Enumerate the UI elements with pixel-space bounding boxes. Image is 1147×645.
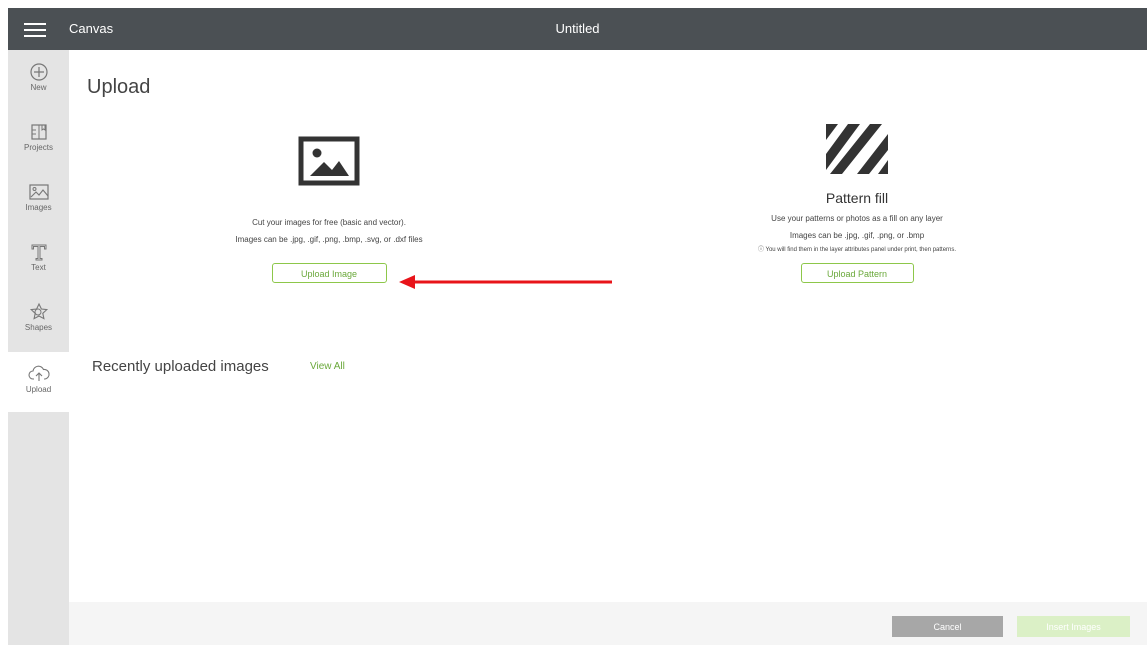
image-icon — [298, 136, 360, 186]
sidebar-item-label: Upload — [25, 385, 52, 394]
cancel-button[interactable]: Cancel — [892, 616, 1003, 637]
sidebar-item-label: Shapes — [24, 323, 53, 332]
view-all-link[interactable]: View All — [310, 361, 345, 372]
pattern-description-line-1: Use your patterns or photos as a fill on… — [771, 214, 943, 223]
upload-image-section: Cut your images for free (basic and vect… — [189, 130, 469, 283]
document-title[interactable]: Untitled — [8, 21, 1147, 36]
insert-images-button[interactable]: Insert Images — [1017, 616, 1130, 637]
upload-description-line-2: Images can be .jpg, .gif, .png, .bmp, .s… — [235, 235, 423, 244]
upload-cloud-icon — [27, 365, 50, 381]
sidebar-item-text[interactable]: Text — [8, 242, 69, 302]
footer-bar: Cancel Insert Images — [69, 602, 1147, 645]
shapes-icon — [29, 302, 48, 320]
pattern-info-note: ⓘ You will find them in the layer attrib… — [757, 247, 957, 253]
annotation-arrow-icon — [399, 275, 612, 289]
sidebar-item-new[interactable]: New — [8, 62, 69, 122]
images-icon — [28, 184, 49, 200]
sidebar-item-label: Text — [31, 263, 46, 272]
pattern-fill-heading: Pattern fill — [825, 190, 889, 206]
pattern-description-line-2: Images can be .jpg, .gif, .png, or .bmp — [789, 231, 925, 240]
text-icon — [31, 244, 46, 261]
page-title: Upload — [87, 76, 151, 98]
sidebar-item-label: New — [30, 83, 47, 92]
sidebar-item-images[interactable]: Images — [8, 182, 69, 242]
recently-uploaded-title: Recently uploaded images — [92, 358, 269, 375]
sidebar: New Projects Images Text Shapes Upload — [8, 50, 69, 645]
upload-pattern-button[interactable]: Upload Pattern — [800, 263, 914, 283]
pattern-fill-section: Pattern fill Use your patterns or photos… — [687, 122, 1027, 283]
projects-icon — [30, 124, 47, 140]
upload-description-line-1: Cut your images for free (basic and vect… — [252, 218, 406, 227]
upload-image-button[interactable]: Upload Image — [271, 263, 387, 283]
sidebar-item-label: Images — [25, 203, 52, 212]
plus-circle-icon — [29, 63, 48, 81]
sidebar-item-label: Projects — [24, 143, 53, 152]
sidebar-item-upload[interactable]: Upload — [8, 352, 69, 412]
sidebar-item-projects[interactable]: Projects — [8, 122, 69, 182]
main-panel: Upload Cut your images for free (basic a… — [69, 50, 1147, 645]
pattern-stripes-icon — [826, 124, 888, 174]
top-bar: Canvas Untitled — [8, 8, 1147, 50]
